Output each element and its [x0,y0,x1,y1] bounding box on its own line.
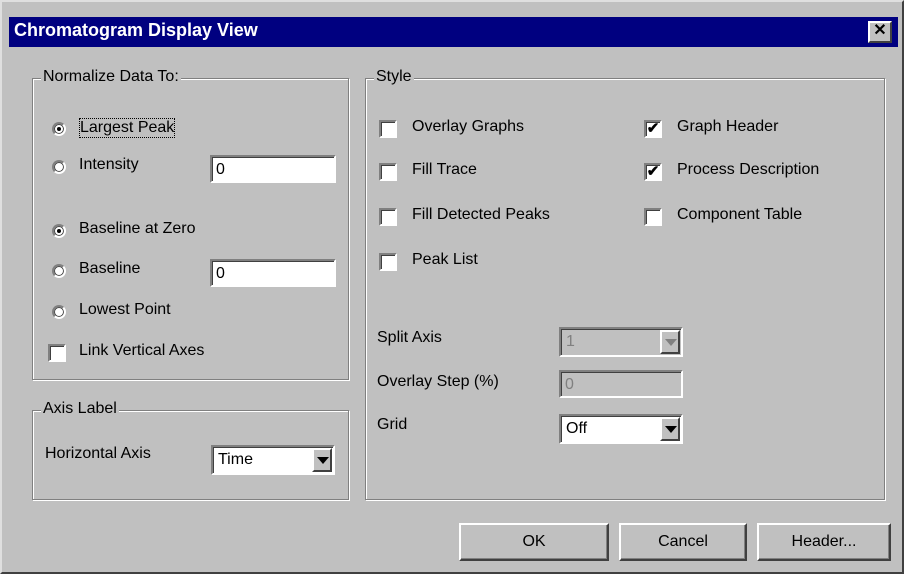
normalize-legend: Normalize Data To: [41,68,181,86]
radio-largest-peak-label: Largest Peak [79,118,176,138]
radio-baseline[interactable]: Baseline [44,260,194,282]
peak-list-checkbox [379,253,397,271]
checkbox-process-description[interactable]: ✔ Process Description [642,161,872,183]
overlay-graphs-checkbox [379,120,397,138]
fill-trace-label: Fill Trace [412,161,477,178]
split-axis-label: Split Axis [377,329,442,346]
fill-detected-label: Fill Detected Peaks [412,206,550,223]
link-axes-label: Link Vertical Axes [79,342,205,359]
style-legend: Style [374,68,414,86]
component-table-checkbox [644,208,662,226]
radio-baseline-label: Baseline [79,260,141,277]
link-axes-checkbox [48,344,66,362]
horizontal-axis-label: Horizontal Axis [45,445,151,462]
checkbox-peak-list[interactable]: Peak List [377,251,577,273]
chevron-down-icon[interactable] [660,330,680,354]
chevron-down-icon[interactable] [660,417,680,441]
header-button[interactable]: Header... [757,523,891,561]
horizontal-axis-select[interactable]: Time [211,445,335,475]
intensity-input[interactable]: 0 [210,155,336,183]
process-desc-label: Process Description [677,161,820,178]
axis-label-legend: Axis Label [41,400,119,418]
graph-header-label: Graph Header [677,118,779,135]
fill-trace-checkbox [379,163,397,181]
radio-baseline-at-zero[interactable]: Baseline at Zero [44,220,234,242]
chevron-down-icon[interactable] [312,448,332,472]
checkbox-link-vertical-axes[interactable]: Link Vertical Axes [44,342,264,364]
title-bar: Chromatogram Display View [9,17,898,47]
graph-header-checkbox: ✔ [644,120,662,138]
radio-largest-peak-circle [52,122,66,136]
overlay-step-label: Overlay Step (%) [377,373,499,390]
radio-largest-peak[interactable]: Largest Peak [44,118,204,140]
overlay-step-input[interactable]: 0 [559,370,683,398]
horizontal-axis-value: Time [218,451,253,468]
close-icon: ✕ [873,22,887,39]
radio-intensity-circle [52,160,66,174]
grid-select[interactable]: Off [559,414,683,444]
checkbox-graph-header[interactable]: ✔ Graph Header [642,118,862,140]
split-axis-select[interactable]: 1 [559,327,683,357]
cancel-button[interactable]: Cancel [619,523,747,561]
grid-value: Off [566,420,588,437]
split-axis-value: 1 [566,333,575,350]
overlay-graphs-label: Overlay Graphs [412,118,525,135]
radio-intensity[interactable]: Intensity [44,156,194,178]
baseline-input[interactable]: 0 [210,259,336,287]
peak-list-label: Peak List [412,251,478,268]
process-desc-checkbox: ✔ [644,163,662,181]
radio-baseline-at-zero-label: Baseline at Zero [79,220,196,237]
radio-baseline-at-zero-circle [52,224,66,238]
radio-intensity-label: Intensity [79,156,139,173]
radio-lowest-point-circle [52,305,66,319]
checkbox-overlay-graphs[interactable]: Overlay Graphs [377,118,577,140]
close-button[interactable]: ✕ [868,21,892,43]
radio-lowest-point-label: Lowest Point [79,301,171,318]
window-title: Chromatogram Display View [14,20,258,40]
grid-label: Grid [377,416,408,433]
ok-button[interactable]: OK [459,523,609,561]
component-table-label: Component Table [677,206,803,223]
checkbox-component-table[interactable]: Component Table [642,206,862,228]
radio-lowest-point[interactable]: Lowest Point [44,301,214,323]
dialog-window: Chromatogram Display View ✕ Normalize Da… [0,0,904,574]
checkbox-fill-detected-peaks[interactable]: Fill Detected Peaks [377,206,597,228]
checkbox-fill-trace[interactable]: Fill Trace [377,161,577,183]
radio-baseline-circle [52,264,66,278]
fill-detected-checkbox [379,208,397,226]
